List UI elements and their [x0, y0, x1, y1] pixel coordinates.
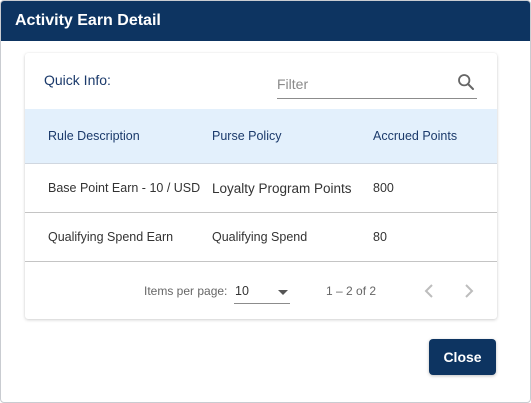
filter-field[interactable]	[277, 69, 477, 99]
paginator: Items per page: 10 1 – 2 of 2	[25, 263, 497, 319]
cell-rule-description: Qualifying Spend Earn	[48, 230, 174, 244]
column-header-purse-policy[interactable]: Purse Policy	[212, 109, 281, 164]
activity-earn-dialog: Activity Earn Detail Quick Info: Rule De…	[0, 0, 531, 403]
page-range-label: 1 – 2 of 2	[326, 284, 377, 298]
dialog-title: Activity Earn Detail	[1, 1, 530, 41]
chevron-right-icon	[465, 284, 474, 298]
previous-page-button[interactable]	[415, 277, 443, 305]
table-header: Rule Description Purse Policy Accrued Po…	[25, 109, 497, 164]
quick-info-label: Quick Info:	[44, 72, 111, 88]
cell-accrued-points: 800	[373, 181, 394, 195]
column-header-accrued-points[interactable]: Accrued Points	[373, 109, 457, 164]
chevron-down-icon[interactable]	[278, 290, 288, 295]
cell-rule-description: Base Point Earn - 10 / USD	[48, 181, 201, 195]
cell-purse-policy: Qualifying Spend	[212, 230, 308, 244]
table-row[interactable]: Base Point Earn - 10 / USD Loyalty Progr…	[25, 164, 497, 213]
items-per-page-label: Items per page:	[144, 284, 228, 298]
chevron-left-icon	[424, 284, 433, 298]
search-icon[interactable]	[457, 73, 475, 91]
next-page-button[interactable]	[455, 277, 483, 305]
items-per-page-value: 10	[235, 284, 249, 298]
items-per-page-select[interactable]: 10	[234, 280, 290, 304]
close-button[interactable]: Close	[429, 339, 496, 375]
table-row[interactable]: Qualifying Spend Earn Qualifying Spend 8…	[25, 213, 497, 262]
quick-info-card: Quick Info: Rule Description Purse Polic…	[25, 53, 497, 319]
column-header-rule-description[interactable]: Rule Description	[48, 109, 140, 164]
filter-input[interactable]	[277, 73, 447, 95]
cell-purse-policy: Loyalty Program Points	[212, 181, 352, 196]
cell-accrued-points: 80	[373, 230, 387, 244]
